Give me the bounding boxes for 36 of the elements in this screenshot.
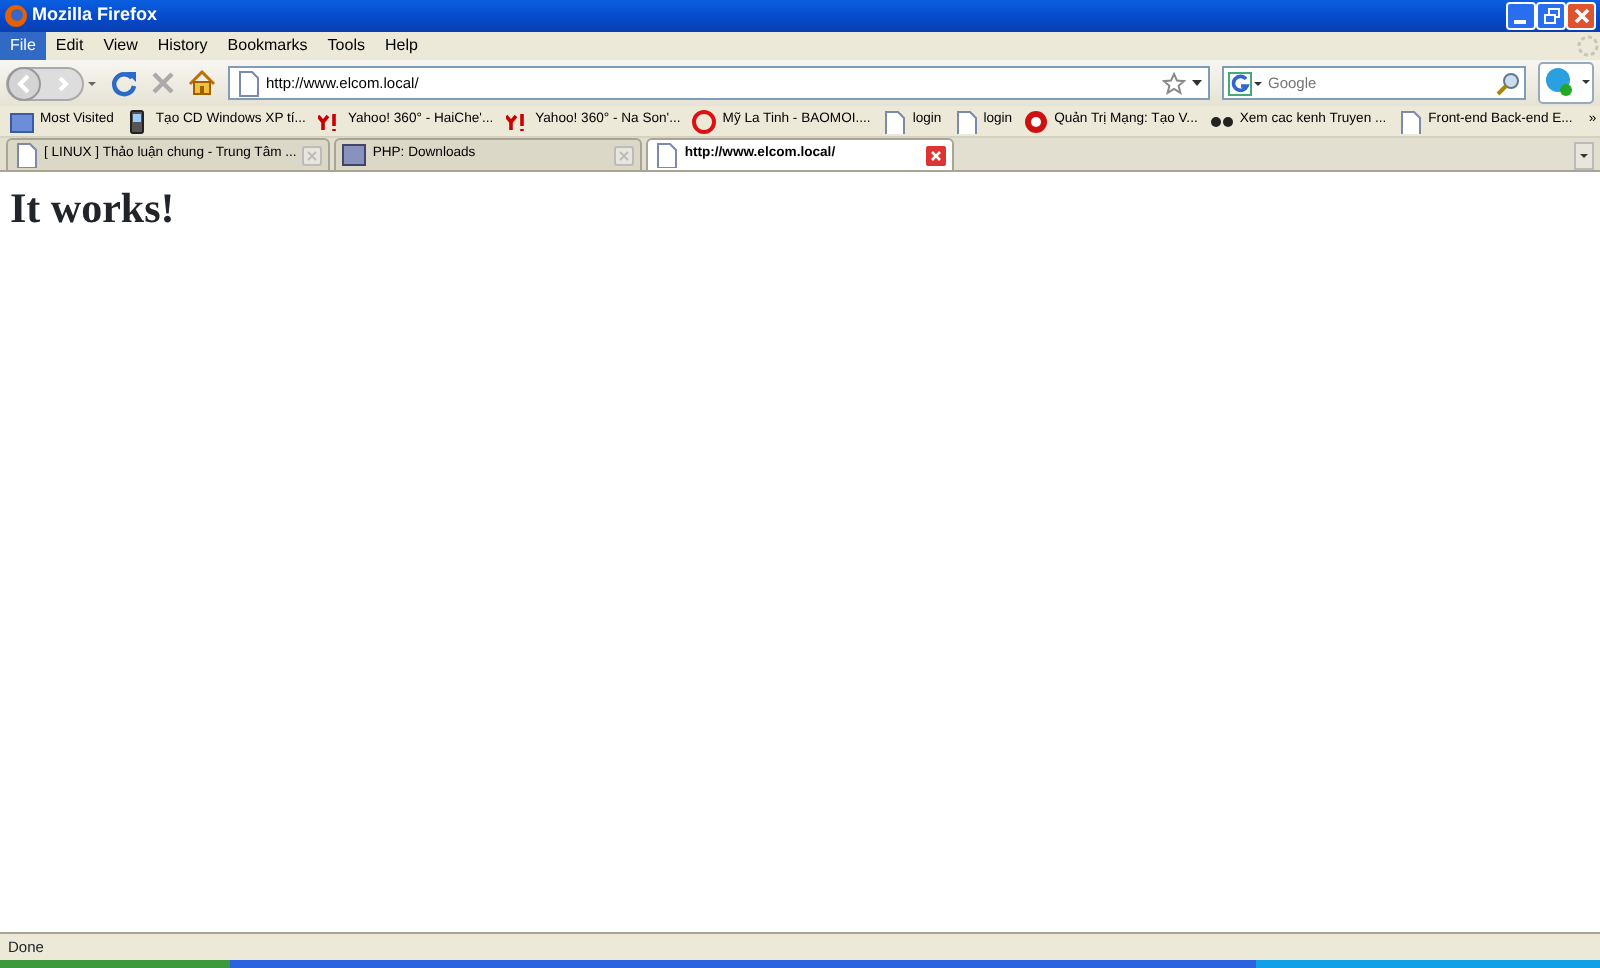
menu-item[interactable]: History xyxy=(147,32,218,60)
yahoo-icon xyxy=(505,109,530,133)
php-icon xyxy=(342,142,367,168)
restore-button[interactable] xyxy=(1536,2,1566,30)
dropdown-icon[interactable] xyxy=(1192,79,1202,87)
page-icon xyxy=(14,142,38,168)
window-title: Mozilla Firefox xyxy=(32,2,160,29)
folder-icon xyxy=(10,109,34,133)
yahoo-icon xyxy=(317,109,342,133)
star-icon[interactable] xyxy=(1162,71,1186,95)
page-heading: It works! xyxy=(10,184,177,235)
back-forward-icon[interactable] xyxy=(6,63,98,103)
close-icon xyxy=(1573,8,1589,24)
close-icon[interactable] xyxy=(926,145,947,165)
menu-item[interactable]: View xyxy=(93,32,148,60)
minimize-button[interactable] xyxy=(1506,2,1536,30)
close-button[interactable] xyxy=(1566,2,1596,30)
menu-item[interactable]: Bookmarks xyxy=(217,32,318,60)
reload-icon[interactable] xyxy=(110,69,138,97)
restore-icon xyxy=(1543,8,1559,24)
menu-item[interactable]: File xyxy=(0,32,46,60)
page-icon xyxy=(654,142,679,168)
throbber-icon xyxy=(1576,34,1600,58)
tab-list-icon[interactable] xyxy=(1574,142,1594,170)
search-engine-icon[interactable] xyxy=(1228,71,1264,95)
menu-item[interactable]: Tools xyxy=(317,32,375,60)
menu-item[interactable]: Help xyxy=(374,32,428,60)
home-icon[interactable] xyxy=(188,70,216,96)
badge-icon xyxy=(1024,109,1049,133)
ring-icon xyxy=(692,109,717,133)
search-icon[interactable] xyxy=(1496,71,1520,95)
firefox-icon xyxy=(4,4,28,28)
page-icon xyxy=(236,69,260,97)
phone-icon xyxy=(125,109,150,133)
menu-item[interactable]: Edit xyxy=(45,32,94,60)
skype-icon[interactable] xyxy=(1538,62,1594,104)
